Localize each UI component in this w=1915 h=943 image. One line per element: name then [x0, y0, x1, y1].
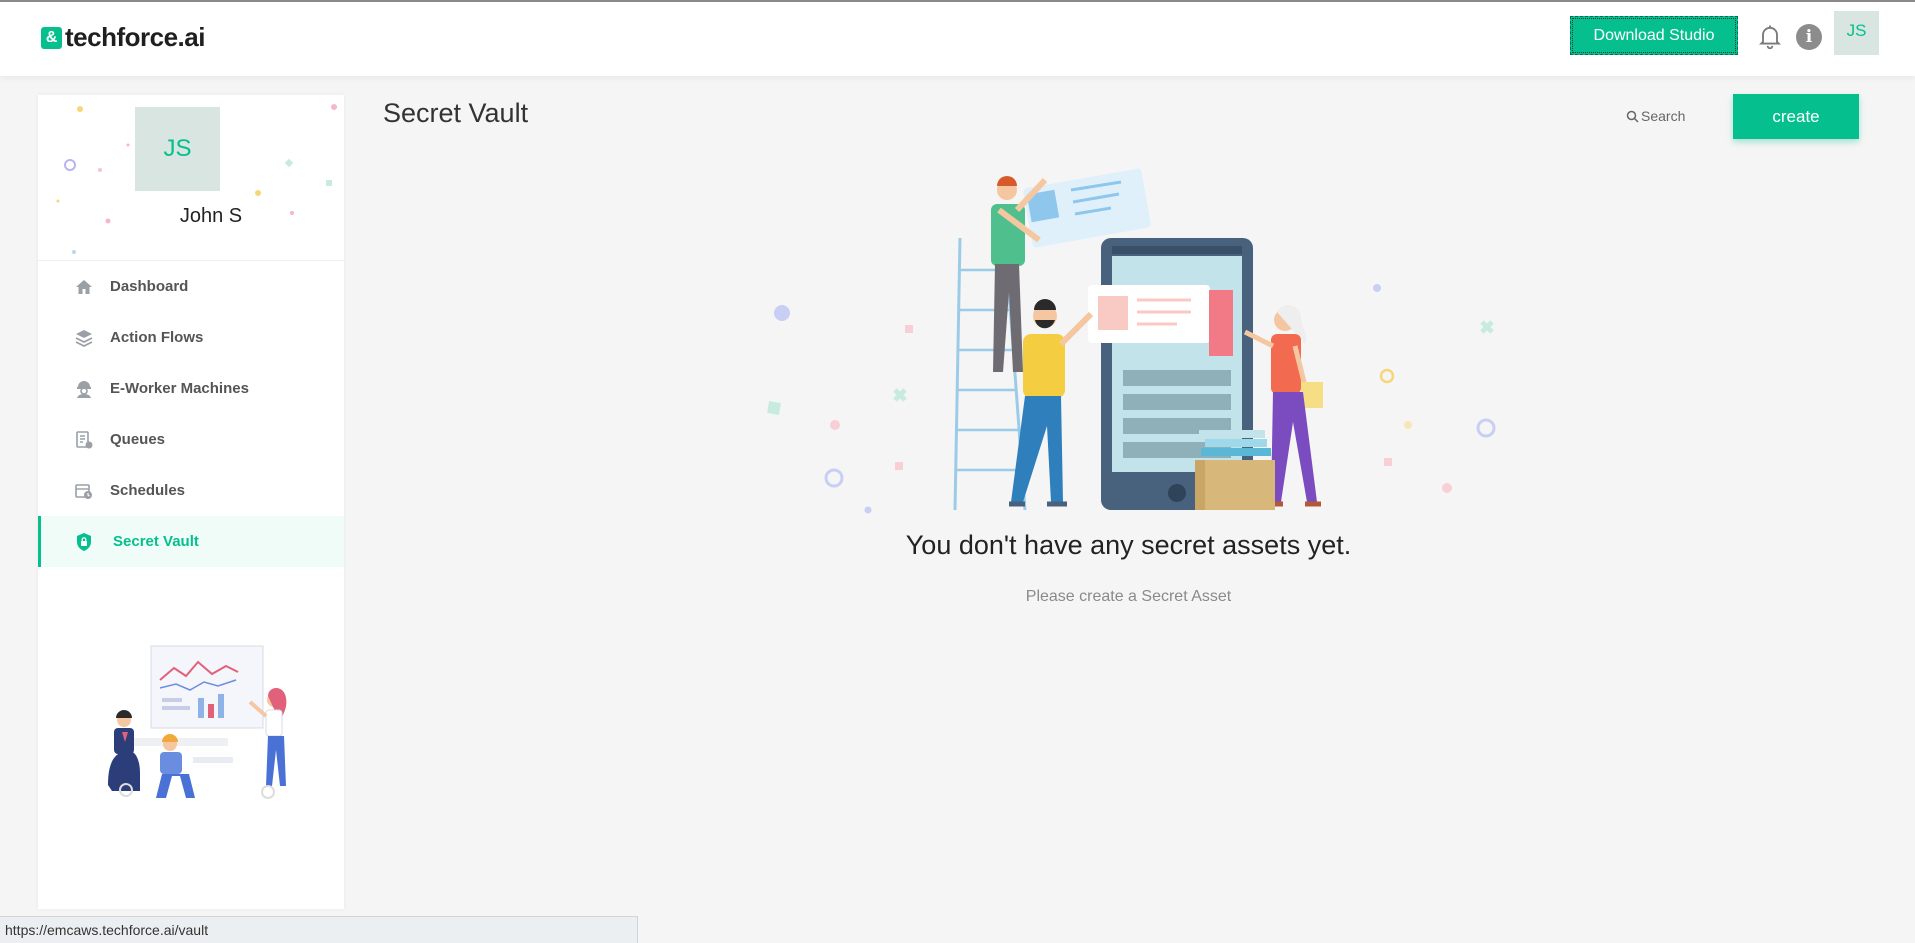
sidebar-item-label: E-Worker Machines [110, 380, 249, 397]
create-button[interactable]: create [1733, 94, 1859, 139]
empty-state-title: You don't have any secret assets yet. [905, 530, 1352, 560]
logo-text: techforce.ai [65, 22, 205, 52]
sidebar-item-label: Action Flows [110, 329, 204, 346]
bell-icon[interactable] [1756, 22, 1784, 50]
worker-icon [77, 381, 91, 398]
sidebar-item-label: Schedules [110, 482, 186, 499]
download-studio-button[interactable]: Download Studio [1570, 16, 1738, 55]
sidebar-item-e-worker-machines[interactable]: E-Worker Machines [38, 363, 344, 414]
sidebar-item-dashboard[interactable]: Dashboard [38, 261, 344, 312]
info-glyph: i [1805, 27, 1813, 47]
sidebar: JS John S Dashboard Action Flows E-Worke… [38, 95, 344, 909]
logo-mark: & [41, 26, 62, 49]
brand-logo[interactable]: & techforce.ai [41, 22, 205, 53]
team-dashboard-illustration [108, 645, 287, 799]
empty-state-subtitle: Please create a Secret Asset [1025, 588, 1232, 605]
user-avatar[interactable]: JS [1834, 11, 1879, 55]
status-bar-url: https://emcaws.techforce.ai/vault [0, 916, 638, 943]
sidebar-item-action-flows[interactable]: Action Flows [38, 312, 344, 363]
sidebar-item-queues[interactable]: Queues [38, 414, 344, 465]
search-icon [1626, 110, 1639, 123]
search-label: Search [1641, 108, 1686, 124]
info-icon[interactable]: i [1796, 24, 1822, 50]
profile-avatar: JS [135, 107, 220, 191]
profile-name: John S [179, 205, 243, 227]
sidebar-item-label: Queues [110, 431, 166, 448]
sidebar-item-schedules[interactable]: Schedules [38, 465, 344, 516]
top-bar: & techforce.ai Download Studio i JS [0, 0, 1915, 76]
schedule-icon [75, 484, 92, 499]
page-title: Secret Vault [383, 98, 529, 128]
sidebar-item-label: Dashboard [110, 278, 189, 295]
profile-card: JS John S [38, 95, 344, 261]
sidebar-nav: Dashboard Action Flows E-Worker Machines… [38, 261, 344, 567]
queue-icon [76, 431, 93, 449]
empty-state-illustration [767, 168, 1496, 514]
search-toggle[interactable]: Search [1626, 108, 1685, 124]
layers-icon [75, 330, 93, 348]
home-icon [76, 280, 92, 294]
